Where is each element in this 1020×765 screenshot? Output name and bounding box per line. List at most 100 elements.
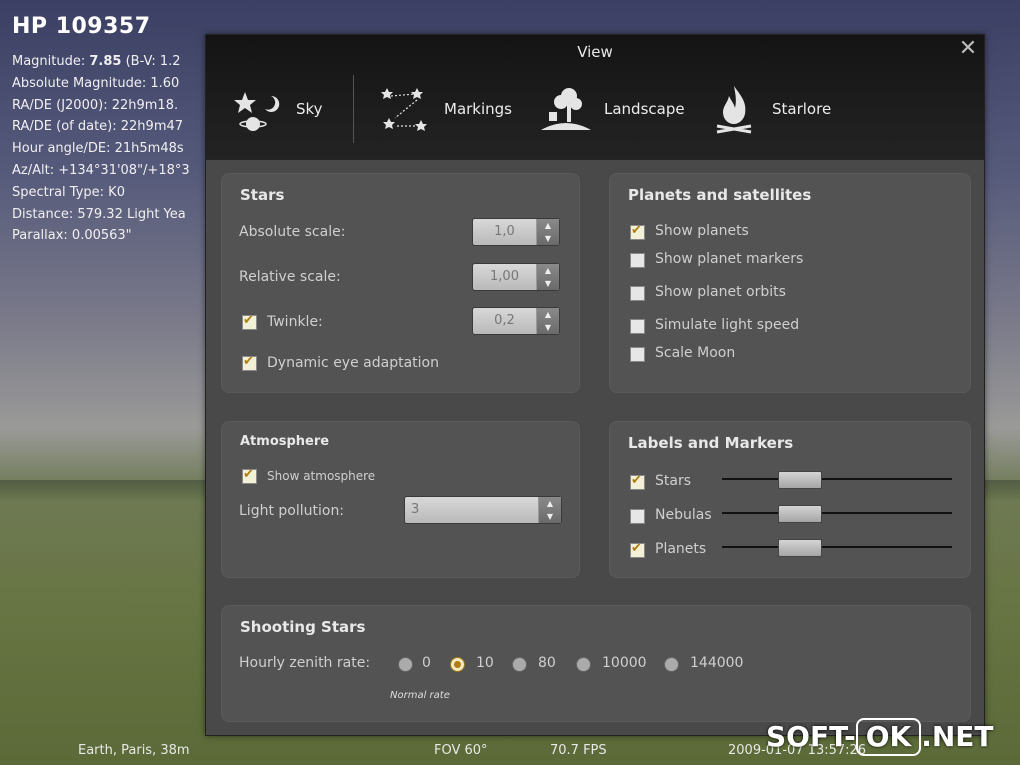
status-fov: FOV 60° bbox=[434, 743, 488, 758]
rate-144000-radio[interactable] bbox=[664, 657, 679, 672]
tab-markings-label: Markings bbox=[444, 100, 512, 118]
spin-up-icon[interactable]: ▲ bbox=[539, 497, 561, 510]
eye-adaptation-checkbox[interactable] bbox=[242, 354, 257, 371]
planets-title: Planets and satellites bbox=[628, 186, 812, 204]
light-pollution-spinbox[interactable]: 3 ▲ ▼ bbox=[404, 496, 562, 524]
normal-rate-note: Normal rate bbox=[390, 690, 450, 701]
info-magnitude: Magnitude: 7.85 (B-V: 1.2 bbox=[12, 51, 212, 73]
tab-sky-label: Sky bbox=[296, 100, 323, 118]
info-abs-magnitude: Absolute Magnitude: 1.60 bbox=[12, 75, 180, 91]
planets-labels-checkbox[interactable] bbox=[630, 541, 645, 558]
slider-handle[interactable] bbox=[778, 539, 822, 557]
relative-scale-label: Relative scale: bbox=[239, 269, 341, 285]
atmosphere-title: Atmosphere bbox=[240, 434, 330, 449]
tab-starlore-label: Starlore bbox=[772, 100, 832, 118]
labels-markers-group: Labels and Markers Stars Nebulas Planets bbox=[609, 421, 971, 578]
spin-down-icon[interactable]: ▼ bbox=[537, 277, 559, 290]
rate-144000-label: 144000 bbox=[690, 655, 744, 671]
view-dialog: View ✕ Sky Markings Landscape Starlore S… bbox=[205, 34, 985, 736]
tab-separator bbox=[353, 75, 354, 143]
dialog-title: View bbox=[577, 43, 613, 61]
watermark-logo: SOFT- OK .NET bbox=[766, 718, 994, 756]
show-planets-checkbox[interactable] bbox=[630, 223, 645, 240]
rate-0-label: 0 bbox=[422, 655, 431, 671]
slider-track bbox=[722, 478, 952, 480]
slider-handle[interactable] bbox=[778, 471, 822, 489]
spin-up-icon[interactable]: ▲ bbox=[537, 308, 559, 321]
close-icon[interactable]: ✕ bbox=[958, 38, 978, 60]
absolute-scale-spinbox[interactable]: 1,0 ▲ ▼ bbox=[472, 218, 560, 246]
relative-scale-spinbox[interactable]: 1,00 ▲ ▼ bbox=[472, 263, 560, 291]
tab-landscape[interactable]: Landscape bbox=[536, 77, 685, 141]
relative-scale-value: 1,00 bbox=[473, 264, 537, 290]
rate-10-radio[interactable] bbox=[450, 657, 465, 672]
markings-icon bbox=[376, 79, 436, 139]
stars-labels-checkbox[interactable] bbox=[630, 473, 645, 490]
scale-moon-checkbox[interactable] bbox=[630, 347, 645, 362]
info-bv: (B-V: 1.2 bbox=[121, 54, 181, 69]
twinkle-label: Twinkle: bbox=[267, 314, 323, 330]
show-planet-orbits-label: Show planet orbits bbox=[655, 284, 786, 300]
relative-scale-stepper: ▲ ▼ bbox=[537, 264, 559, 290]
info-hour-angle: Hour angle/DE: 21h5m48s bbox=[12, 141, 184, 157]
light-pollution-value: 3 bbox=[405, 497, 539, 523]
slider-handle[interactable] bbox=[778, 505, 822, 523]
twinkle-checkbox[interactable] bbox=[242, 313, 257, 330]
tab-starlore[interactable]: Starlore bbox=[704, 77, 831, 141]
info-distance: Distance: 579.32 Light Yea bbox=[12, 206, 186, 222]
simulate-light-speed-label: Simulate light speed bbox=[655, 317, 800, 333]
atmosphere-group: Atmosphere Show atmosphere Light polluti… bbox=[221, 421, 580, 578]
twinkle-spinbox[interactable]: 0,2 ▲ ▼ bbox=[472, 307, 560, 335]
planets-labels-slider[interactable] bbox=[722, 538, 952, 558]
absolute-scale-label: Absolute scale: bbox=[239, 224, 346, 240]
absolute-scale-value: 1,0 bbox=[473, 219, 537, 245]
rate-0-radio[interactable] bbox=[398, 657, 413, 672]
labels-markers-title: Labels and Markers bbox=[628, 434, 794, 452]
show-atmosphere-checkbox[interactable] bbox=[242, 467, 257, 484]
hourly-zenith-rate-label: Hourly zenith rate: bbox=[239, 655, 371, 671]
tab-sky[interactable]: Sky bbox=[228, 77, 323, 141]
scale-moon-label: Scale Moon bbox=[655, 345, 736, 361]
status-fps: 70.7 FPS bbox=[550, 743, 607, 758]
starlore-icon bbox=[704, 79, 764, 139]
shooting-stars-title: Shooting Stars bbox=[240, 618, 366, 636]
info-spectral-type: Spectral Type: K0 bbox=[12, 184, 125, 200]
watermark-ok: OK bbox=[855, 718, 922, 756]
tab-landscape-label: Landscape bbox=[604, 100, 685, 118]
info-parallax: Parallax: 0.00563" bbox=[12, 228, 132, 244]
info-radec-j2000: RA/DE (J2000): 22h9m18. bbox=[12, 97, 179, 113]
info-radec-date: RA/DE (of date): 22h9m47 bbox=[12, 119, 184, 135]
object-name: HP 109357 bbox=[12, 14, 151, 39]
planets-labels-label: Planets bbox=[655, 541, 707, 557]
spin-down-icon[interactable]: ▼ bbox=[539, 510, 561, 523]
status-location: Earth, Paris, 38m bbox=[78, 743, 190, 758]
spin-up-icon[interactable]: ▲ bbox=[537, 264, 559, 277]
planets-group: Planets and satellites Show planets Show… bbox=[609, 173, 971, 393]
tab-markings[interactable]: Markings bbox=[376, 77, 512, 141]
spin-down-icon[interactable]: ▼ bbox=[537, 232, 559, 245]
absolute-scale-stepper: ▲ ▼ bbox=[537, 219, 559, 245]
rate-10-label: 10 bbox=[476, 655, 494, 671]
nebulas-labels-checkbox[interactable] bbox=[630, 509, 645, 524]
rate-10000-radio[interactable] bbox=[576, 657, 591, 672]
twinkle-stepper: ▲ ▼ bbox=[537, 308, 559, 334]
show-planet-orbits-checkbox[interactable] bbox=[630, 286, 645, 301]
rate-80-label: 80 bbox=[538, 655, 556, 671]
spin-down-icon[interactable]: ▼ bbox=[537, 321, 559, 334]
stars-labels-slider[interactable] bbox=[722, 470, 952, 490]
slider-track bbox=[722, 512, 952, 514]
spin-up-icon[interactable]: ▲ bbox=[537, 219, 559, 232]
simulate-light-speed-checkbox[interactable] bbox=[630, 319, 645, 334]
stars-labels-label: Stars bbox=[655, 473, 692, 489]
stars-title: Stars bbox=[240, 186, 285, 204]
rate-80-radio[interactable] bbox=[512, 657, 527, 672]
slider-track bbox=[722, 546, 952, 548]
light-pollution-stepper: ▲ ▼ bbox=[539, 497, 561, 523]
eye-adaptation-label: Dynamic eye adaptation bbox=[267, 355, 439, 371]
nebulas-labels-slider[interactable] bbox=[722, 504, 952, 524]
show-atmosphere-label: Show atmosphere bbox=[267, 469, 376, 483]
sky-icon bbox=[228, 79, 288, 139]
watermark-right: .NET bbox=[921, 720, 994, 753]
show-planet-markers-checkbox[interactable] bbox=[630, 253, 645, 268]
stars-group: Stars Absolute scale: 1,0 ▲ ▼ Relative s… bbox=[221, 173, 580, 393]
